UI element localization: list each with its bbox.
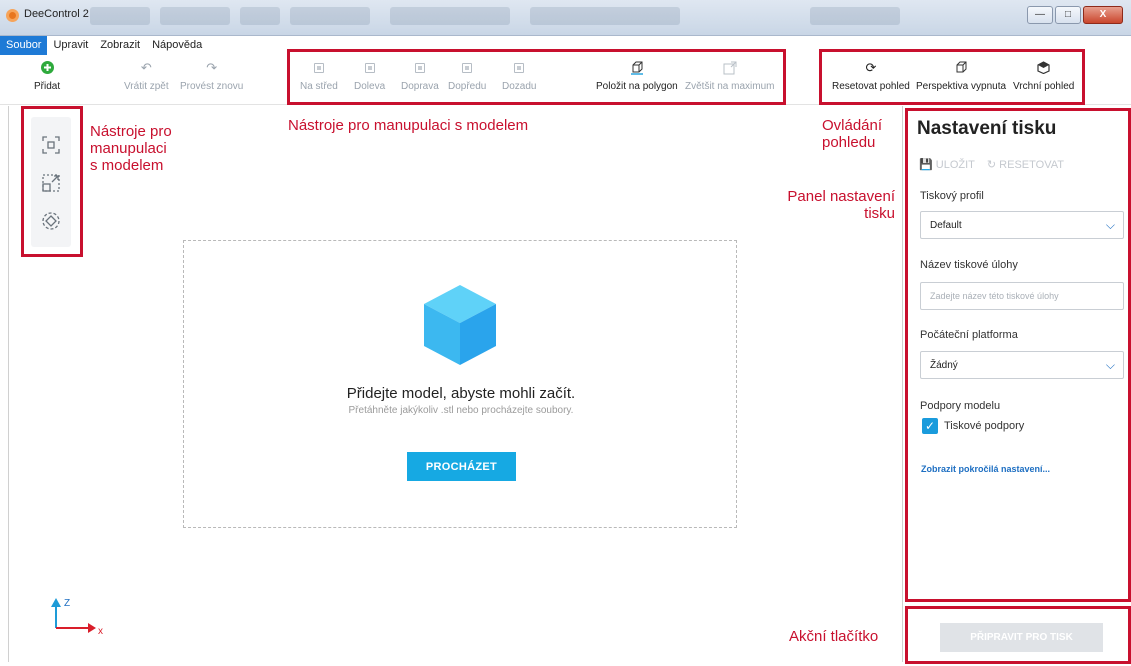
menu-file[interactable]: Soubor bbox=[0, 36, 48, 55]
redo-icon: ↷ bbox=[206, 60, 218, 75]
cube-icon bbox=[424, 285, 496, 365]
undo-icon: ↶ bbox=[140, 60, 152, 75]
undo-button[interactable]: ↶ Vrátit zpět bbox=[124, 60, 169, 93]
blurred-bg-element bbox=[810, 7, 900, 25]
close-button[interactable]: X bbox=[1083, 6, 1123, 24]
annotation-top-tools: Nástroje pro manupulaci s modelem bbox=[288, 117, 529, 134]
annotation-box-top-tools bbox=[287, 49, 786, 105]
minimize-button[interactable]: — bbox=[1027, 6, 1053, 24]
annotation-box-print-panel bbox=[905, 108, 1131, 602]
annotation-print-panel: Panel nastavení tisku bbox=[787, 188, 895, 222]
app-logo-icon bbox=[6, 9, 19, 22]
axis-z-label: Z bbox=[64, 598, 71, 609]
annotation-box-view-controls bbox=[819, 49, 1085, 105]
maximize-button[interactable]: □ bbox=[1055, 6, 1081, 24]
redo-button[interactable]: ↷ Provést znovu bbox=[180, 60, 244, 93]
blurred-bg-element bbox=[290, 7, 370, 25]
menu-view[interactable]: Zobrazit bbox=[94, 36, 146, 55]
add-label: Přidat bbox=[34, 81, 61, 92]
blurred-bg-element bbox=[240, 7, 280, 25]
drop-zone[interactable]: Přidejte model, abyste mohli začít. Přet… bbox=[183, 240, 737, 528]
annotation-action-button: Akční tlačítko bbox=[789, 628, 879, 645]
drop-title: Přidejte model, abyste mohli začít. bbox=[346, 385, 576, 402]
axis-x-label: x bbox=[98, 626, 103, 637]
blurred-bg-element bbox=[530, 7, 680, 25]
title-bar: DeeControl 2 — □ X bbox=[0, 0, 1131, 36]
drop-subtitle: Přetáhněte jakýkoliv .stl nebo procházej… bbox=[348, 405, 574, 416]
blurred-bg-element bbox=[160, 7, 230, 25]
annotation-box-left-tools bbox=[21, 106, 83, 257]
redo-label: Provést znovu bbox=[180, 81, 244, 92]
add-button[interactable]: Přidat bbox=[34, 61, 60, 92]
axis-gizmo: Z x bbox=[50, 596, 110, 640]
menu-help[interactable]: Nápověda bbox=[146, 36, 208, 55]
menu-edit[interactable]: Upravit bbox=[47, 36, 94, 55]
window-title: DeeControl 2 bbox=[24, 8, 89, 20]
annotation-left-tools: Nástroje pro manupulaci s modelem bbox=[90, 123, 172, 174]
blurred-bg-element bbox=[390, 7, 510, 25]
blurred-bg-element bbox=[90, 7, 150, 25]
annotation-box-action-button bbox=[905, 606, 1131, 664]
undo-label: Vrátit zpět bbox=[124, 81, 169, 92]
window-controls: — □ X bbox=[1027, 6, 1123, 24]
browse-button[interactable]: PROCHÁZET bbox=[407, 452, 516, 481]
add-icon bbox=[34, 61, 60, 75]
annotation-view-control: Ovládání pohledu bbox=[822, 117, 883, 151]
